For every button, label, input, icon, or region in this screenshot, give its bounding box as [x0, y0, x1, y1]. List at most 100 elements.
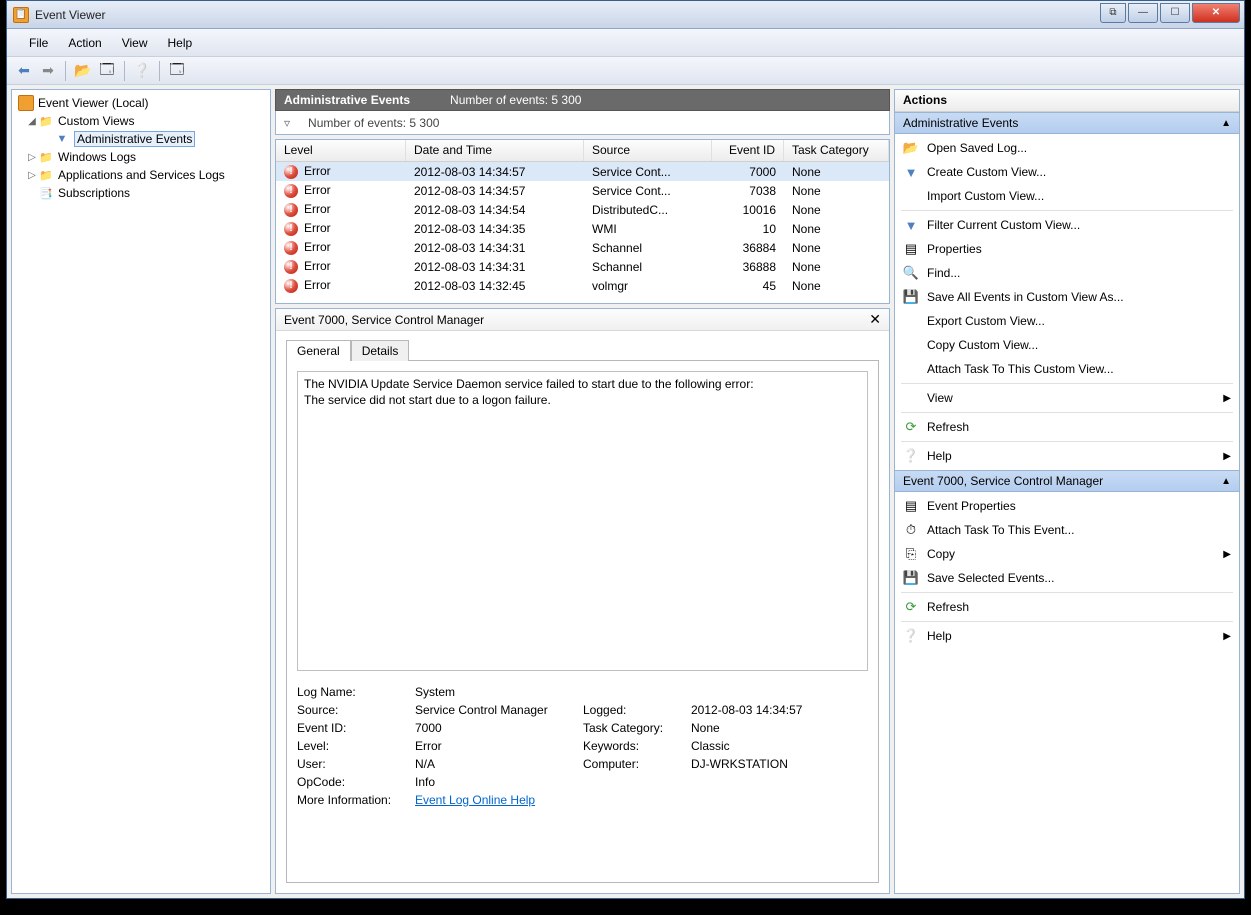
- action-label: Save Selected Events...: [927, 571, 1054, 585]
- nav-tree[interactable]: Event Viewer (Local) ◢ 📁 Custom Views ▼ …: [12, 90, 270, 893]
- action-import-custom-view[interactable]: Import Custom View...: [895, 184, 1239, 208]
- event-message: The NVIDIA Update Service Daemon service…: [297, 371, 868, 671]
- val-keywords: Classic: [691, 739, 868, 753]
- tree-root[interactable]: Event Viewer (Local): [14, 94, 268, 112]
- tree-windows-logs[interactable]: ▷ 📁 Windows Logs: [14, 148, 268, 166]
- action-open-saved-log[interactable]: 📂Open Saved Log...: [895, 136, 1239, 160]
- tab-general-body: The NVIDIA Update Service Daemon service…: [286, 360, 879, 883]
- close-button[interactable]: ✕: [1192, 3, 1240, 23]
- cell-level: !Error: [276, 259, 406, 274]
- action-copy[interactable]: ⎘Copy▶: [895, 542, 1239, 566]
- actions-list-2: ▤ Event Properties ⏱Attach Task To This E…: [895, 492, 1239, 650]
- action-view-submenu[interactable]: View▶: [895, 386, 1239, 410]
- cell-task: None: [784, 241, 889, 255]
- event-viewer-icon: [18, 95, 34, 111]
- toolbar-button-2[interactable]: 🗔: [96, 60, 118, 82]
- collapse-icon[interactable]: ◢: [26, 116, 38, 127]
- action-filter-current-view[interactable]: ▼Filter Current Custom View...: [895, 213, 1239, 237]
- action-export-custom-view[interactable]: Export Custom View...: [895, 309, 1239, 333]
- table-row[interactable]: !Error2012-08-03 14:34:57Service Cont...…: [276, 181, 889, 200]
- cell-source: Schannel: [584, 260, 712, 274]
- action-save-all-events[interactable]: 💾Save All Events in Custom View As...: [895, 285, 1239, 309]
- action-label: Create Custom View...: [927, 165, 1046, 179]
- forward-button[interactable]: ➡: [37, 60, 59, 82]
- tree-subscriptions[interactable]: 📑 Subscriptions: [14, 184, 268, 202]
- help-button[interactable]: ❔: [131, 60, 153, 82]
- detail-tabs: General Details: [286, 339, 879, 360]
- action-create-custom-view[interactable]: ▼Create Custom View...: [895, 160, 1239, 184]
- cell-level: !Error: [276, 221, 406, 236]
- show-hide-tree-button[interactable]: 📂: [72, 60, 94, 82]
- table-header: Level Date and Time Source Event ID Task…: [276, 140, 889, 162]
- tree-label: Event Viewer (Local): [38, 96, 149, 110]
- action-save-selected[interactable]: 💾Save Selected Events...: [895, 566, 1239, 590]
- cell-level: !Error: [276, 240, 406, 255]
- menu-action[interactable]: Action: [58, 32, 111, 54]
- events-header: Administrative Events Number of events: …: [275, 89, 890, 111]
- action-properties[interactable]: ▤Properties: [895, 237, 1239, 261]
- action-attach-task-view[interactable]: Attach Task To This Custom View...: [895, 357, 1239, 381]
- tree-custom-views[interactable]: ◢ 📁 Custom Views: [14, 112, 268, 130]
- lbl-user: User:: [297, 757, 407, 771]
- table-row[interactable]: !Error2012-08-03 14:34:31Schannel36884No…: [276, 238, 889, 257]
- action-find[interactable]: 🔍Find...: [895, 261, 1239, 285]
- window-extra-button[interactable]: ⧉: [1100, 3, 1126, 23]
- table-row[interactable]: !Error2012-08-03 14:34:31Schannel36888No…: [276, 257, 889, 276]
- separator: [901, 441, 1233, 442]
- toolbar-button-4[interactable]: 🗔: [166, 60, 188, 82]
- table-row[interactable]: !Error2012-08-03 14:32:45volmgr45None: [276, 276, 889, 295]
- tree-app-services[interactable]: ▷ 📁 Applications and Services Logs: [14, 166, 268, 184]
- toolbar-separator: [159, 61, 160, 81]
- action-event-properties[interactable]: ▤ Event Properties: [895, 494, 1239, 518]
- titlebar[interactable]: 📋 Event Viewer ⧉ — ☐ ✕: [7, 1, 1244, 29]
- app-icon: 📋: [13, 7, 29, 23]
- link-online-help[interactable]: Event Log Online Help: [415, 793, 535, 807]
- folder-icon: 📁: [38, 149, 54, 165]
- tab-details[interactable]: Details: [351, 340, 410, 361]
- expand-icon[interactable]: ▷: [26, 152, 38, 163]
- actions-section-admin[interactable]: Administrative Events ▲: [895, 112, 1239, 134]
- back-button[interactable]: ⬅: [13, 60, 35, 82]
- menu-help[interactable]: Help: [158, 32, 203, 54]
- menu-file[interactable]: File: [19, 32, 58, 54]
- action-help-2[interactable]: ❔Help▶: [895, 624, 1239, 648]
- col-eventid[interactable]: Event ID: [712, 140, 784, 161]
- action-label: Event Properties: [927, 499, 1016, 513]
- val-user: N/A: [415, 757, 575, 771]
- tree-admin-events[interactable]: ▼ Administrative Events: [14, 130, 268, 148]
- event-detail-pane: Event 7000, Service Control Manager ✕ Ge…: [275, 308, 890, 894]
- table-row[interactable]: !Error2012-08-03 14:34:57Service Cont...…: [276, 162, 889, 181]
- copy-icon: ⎘: [903, 546, 919, 562]
- expand-icon[interactable]: ▷: [26, 170, 38, 181]
- action-refresh-2[interactable]: ⟳Refresh: [895, 595, 1239, 619]
- maximize-button[interactable]: ☐: [1160, 3, 1190, 23]
- action-refresh[interactable]: ⟳Refresh: [895, 415, 1239, 439]
- cell-level: !Error: [276, 278, 406, 293]
- tree-pane: Event Viewer (Local) ◢ 📁 Custom Views ▼ …: [11, 89, 271, 894]
- cell-eventid: 36884: [712, 241, 784, 255]
- col-level[interactable]: Level: [276, 140, 406, 161]
- action-label: Copy: [927, 547, 955, 561]
- actions-section-event[interactable]: Event 7000, Service Control Manager ▲: [895, 470, 1239, 492]
- table-body[interactable]: !Error2012-08-03 14:34:57Service Cont...…: [276, 162, 889, 303]
- col-date[interactable]: Date and Time: [406, 140, 584, 161]
- table-row[interactable]: !Error2012-08-03 14:34:54DistributedC...…: [276, 200, 889, 219]
- refresh-icon: ⟳: [903, 419, 919, 435]
- col-source[interactable]: Source: [584, 140, 712, 161]
- tree-label: Custom Views: [58, 114, 134, 128]
- properties-icon: ▤: [903, 498, 919, 514]
- action-attach-task-event[interactable]: ⏱Attach Task To This Event...: [895, 518, 1239, 542]
- tab-general[interactable]: General: [286, 340, 351, 361]
- detail-header: Event 7000, Service Control Manager ✕: [276, 309, 889, 331]
- col-task[interactable]: Task Category: [784, 140, 889, 161]
- close-icon[interactable]: ✕: [869, 311, 881, 328]
- table-row[interactable]: !Error2012-08-03 14:34:35WMI10None: [276, 219, 889, 238]
- menu-view[interactable]: View: [112, 32, 158, 54]
- detail-title: Event 7000, Service Control Manager: [284, 313, 484, 327]
- minimize-button[interactable]: —: [1128, 3, 1158, 23]
- action-copy-custom-view[interactable]: Copy Custom View...: [895, 333, 1239, 357]
- val-eventid: 7000: [415, 721, 575, 735]
- action-help[interactable]: ❔Help▶: [895, 444, 1239, 468]
- action-label: Attach Task To This Custom View...: [927, 362, 1114, 376]
- val-opcode: Info: [415, 775, 868, 789]
